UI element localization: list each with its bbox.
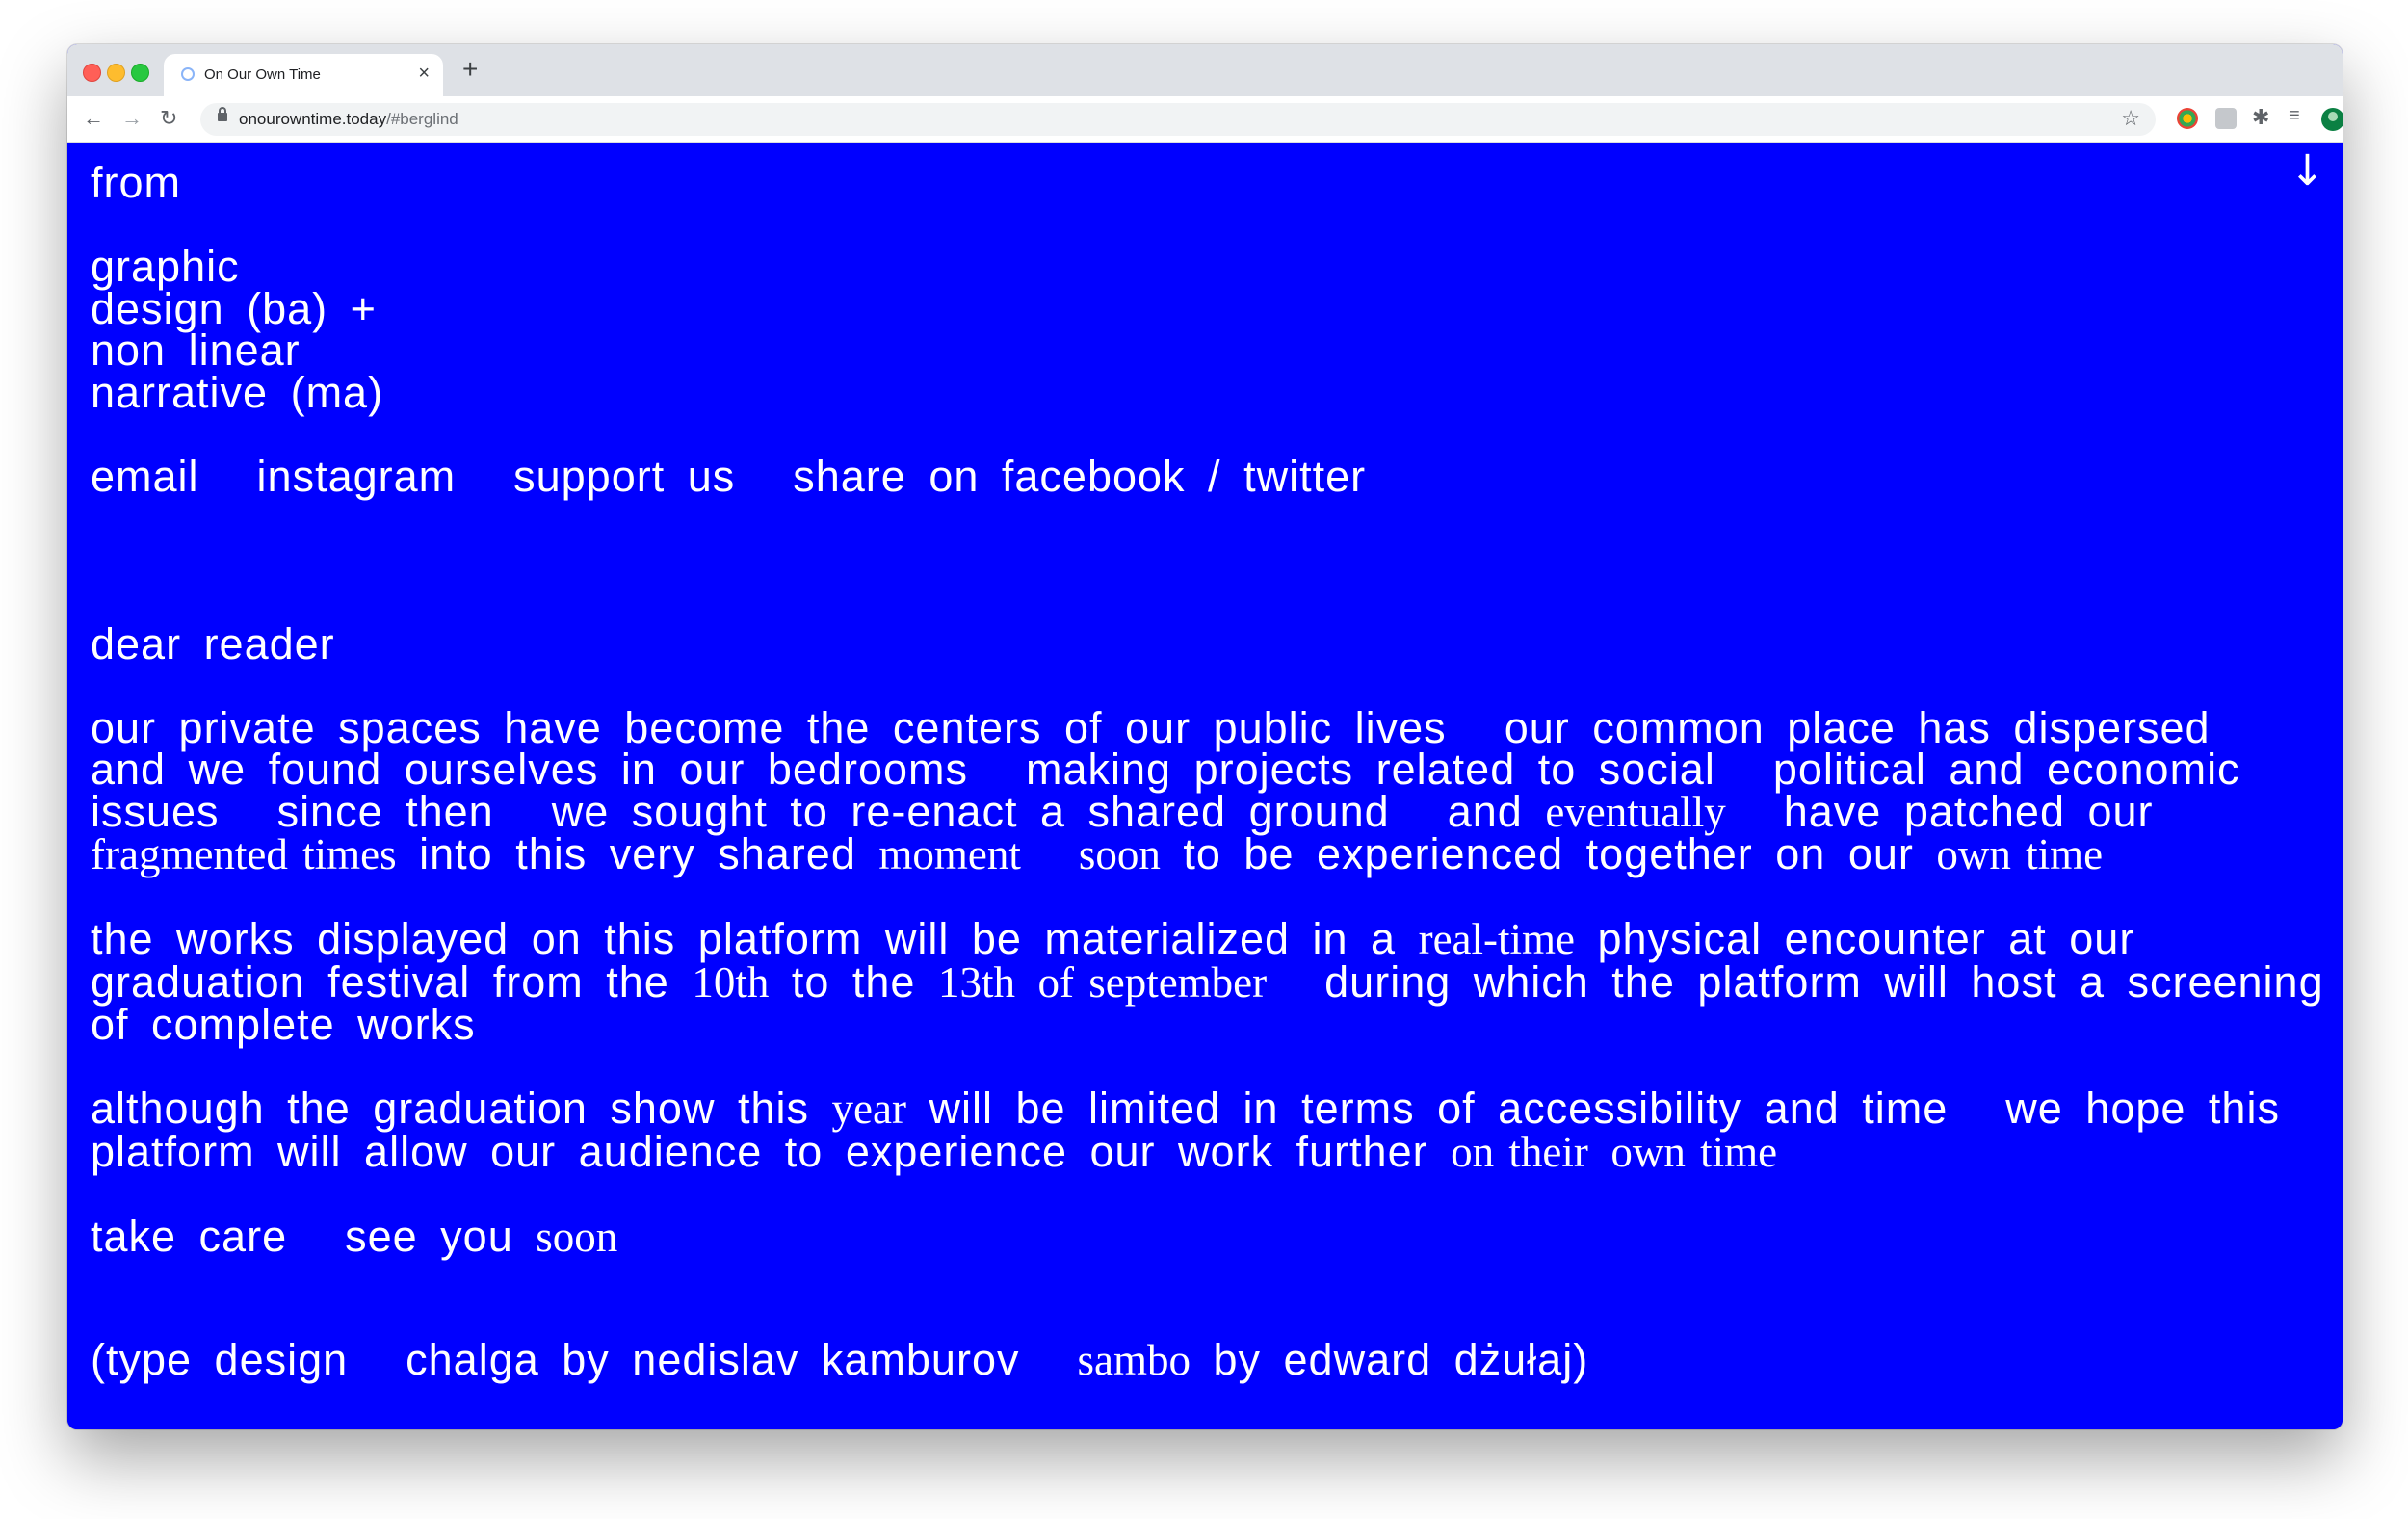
- letter-closing: take care see you soon: [91, 1212, 2335, 1261]
- minimize-window-button[interactable]: [107, 64, 125, 82]
- serif-text-run: real-time: [1418, 915, 1575, 963]
- serif-text-run: soon: [536, 1212, 618, 1261]
- links-row: email instagram support us share on faceboo…: [91, 455, 2335, 498]
- type-credits: (type design chalga by nedislav kamburov s…: [91, 1335, 2335, 1384]
- lock-icon[interactable]: [218, 107, 227, 121]
- tab-active[interactable]: On Our Own Time ×: [164, 54, 443, 96]
- favicon-icon: [181, 67, 195, 81]
- email-link[interactable]: email: [91, 452, 199, 501]
- letter-paragraph-2: the works displayed on this platform wil…: [91, 915, 2335, 1046]
- text-run: we sought to re-enact a shared ground: [551, 786, 1390, 836]
- serif-text-run: own time: [1610, 1127, 1778, 1176]
- tab-title: On Our Own Time: [204, 66, 321, 83]
- support-us-link[interactable]: support us: [513, 452, 735, 501]
- text-run: although the graduation show this: [91, 1084, 809, 1133]
- text-run: to be experienced together on our: [1183, 829, 1914, 878]
- extension-icon[interactable]: [2215, 108, 2237, 129]
- text-run: chalga by nedislav kamburov: [406, 1334, 1020, 1384]
- profile-avatar-icon[interactable]: [2321, 108, 2343, 131]
- facebook-link[interactable]: facebook: [1002, 452, 1186, 501]
- media-controls-icon[interactable]: ≡: [2289, 105, 2300, 127]
- twitter-link[interactable]: twitter: [1243, 452, 1366, 501]
- forward-arrow-icon[interactable]: →: [121, 104, 143, 133]
- text-run: since then: [276, 786, 494, 836]
- close-window-button[interactable]: [83, 64, 101, 82]
- text-run: the works displayed on this platform wil…: [91, 914, 1397, 963]
- letter-paragraph-1: our private spaces have become the cente…: [91, 706, 2335, 878]
- serif-text-run: 13th: [937, 957, 1015, 1007]
- serif-text-run: soon: [1078, 830, 1161, 878]
- text-run: and: [1447, 786, 1523, 836]
- serif-text-run: of september: [1037, 957, 1268, 1007]
- serif-text-run: on their: [1451, 1127, 1588, 1176]
- serif-text-run: year: [831, 1085, 906, 1133]
- url-path: /#berglind: [386, 110, 458, 128]
- text-run: to the: [791, 956, 916, 1007]
- maximize-window-button[interactable]: [131, 64, 149, 82]
- serif-text-run: own time: [1936, 830, 2104, 878]
- text-run: see you: [345, 1211, 513, 1261]
- serif-text-run: moment: [878, 830, 1021, 878]
- tab-strip: On Our Own Time × +: [67, 44, 2343, 96]
- greeting: dear reader: [91, 618, 335, 668]
- page-content: from graphic design (ba) + non linear na…: [91, 158, 2335, 1424]
- programs-block: graphic design (ba) + non linear narrati…: [91, 245, 2335, 414]
- slash-separator: /: [1208, 451, 1221, 501]
- back-arrow-icon[interactable]: ←: [83, 104, 104, 133]
- text-run: (type design: [91, 1334, 349, 1384]
- browser-window: On Our Own Time × + ← → ↻ onourowntime.t…: [67, 44, 2343, 1429]
- serif-text-run: sambo: [1077, 1335, 1191, 1384]
- share-on-label: share on: [793, 451, 980, 501]
- url-text[interactable]: onourowntime.today/#berglind: [239, 110, 458, 129]
- text-run: into this very shared: [419, 829, 856, 878]
- web-page: ↓ from graphic design (ba) + non linear …: [67, 143, 2343, 1429]
- extension-chrome-icon[interactable]: [2177, 108, 2198, 129]
- tab-close-icon[interactable]: ×: [418, 63, 430, 85]
- text-run: take care: [91, 1211, 288, 1261]
- text-run: have patched our: [1783, 786, 2154, 836]
- text-run: will be limited in terms of accessibilit…: [929, 1084, 1949, 1133]
- serif-text-run: eventually: [1545, 787, 1726, 836]
- serif-text-run: fragmented times: [91, 830, 397, 878]
- address-bar[interactable]: onourowntime.today/#berglind ☆: [200, 103, 2156, 136]
- letter-paragraph-3: although the graduation show this year w…: [91, 1087, 2335, 1173]
- from-label: from: [91, 158, 181, 207]
- instagram-link[interactable]: instagram: [257, 452, 457, 501]
- reload-icon[interactable]: ↻: [160, 104, 177, 133]
- url-host: onourowntime.today: [239, 110, 387, 128]
- serif-text-run: 10th: [692, 957, 770, 1007]
- program-line: narrative (ma): [91, 367, 384, 417]
- bookmark-star-icon[interactable]: ☆: [2121, 106, 2140, 131]
- browser-toolbar: ← → ↻ onourowntime.today/#berglind ☆ ✱ ≡…: [67, 96, 2343, 143]
- text-run: by edward dżułaj): [1213, 1334, 1589, 1384]
- extensions-puzzle-icon[interactable]: ✱: [2252, 105, 2269, 130]
- new-tab-button[interactable]: +: [462, 56, 478, 83]
